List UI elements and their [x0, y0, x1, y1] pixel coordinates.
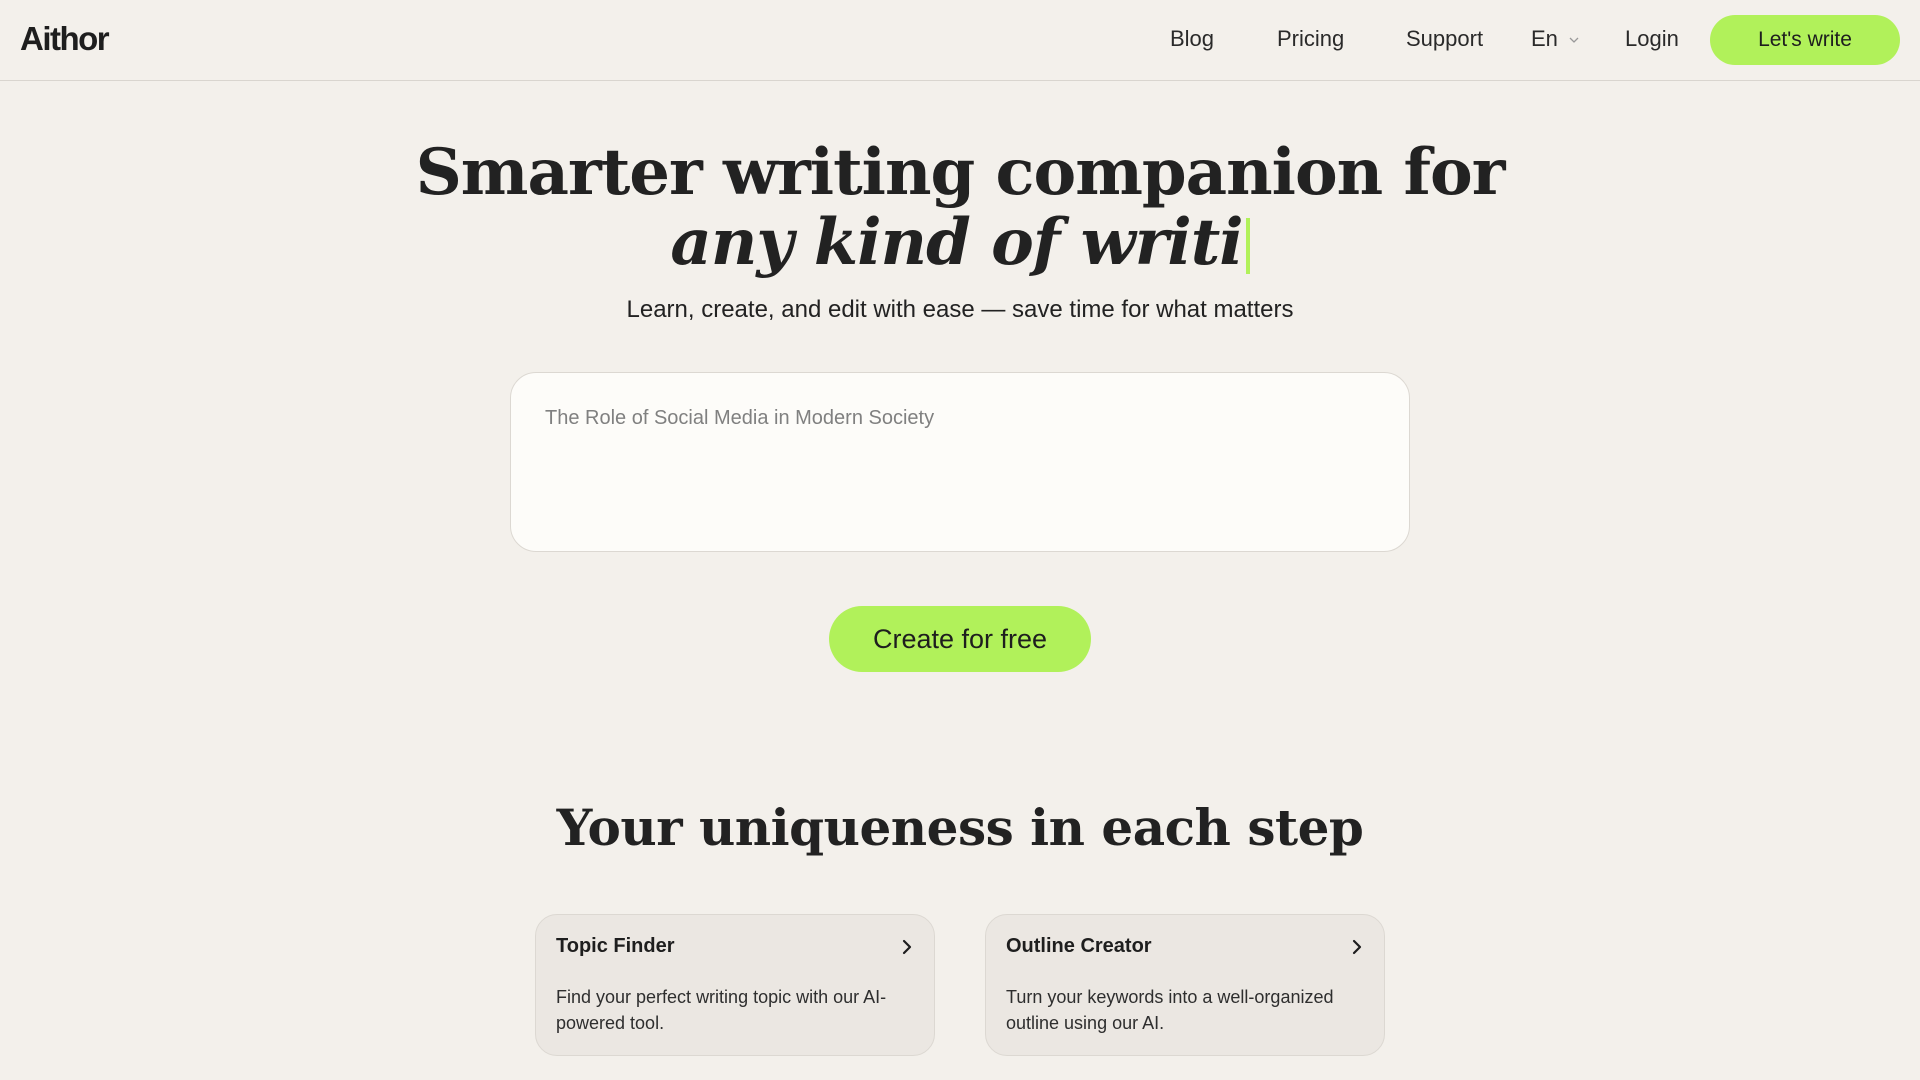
hero-title-line2: any kind of writi [0, 208, 1920, 278]
nav-support-link[interactable]: Support [1406, 26, 1483, 52]
hero-title-line1: Smarter writing companion for [415, 135, 1506, 210]
aithor-logo[interactable]: Aithor [20, 20, 110, 58]
card-title: Topic Finder [556, 935, 675, 957]
card-description: Turn your keywords into a well-organized… [1006, 987, 1334, 1033]
typing-caret [1245, 218, 1250, 274]
chevron-down-icon [1568, 26, 1580, 52]
section-title: Your uniqueness in each step [556, 798, 1364, 857]
chevron-right-icon [900, 938, 914, 956]
topic-input-box[interactable] [510, 372, 1410, 552]
language-label: En [1531, 26, 1558, 51]
login-link[interactable]: Login [1625, 26, 1679, 52]
card-title: Outline Creator [1006, 935, 1152, 957]
site-header: Aithor Blog Pricing Support En Login Let… [0, 0, 1920, 81]
create-for-free-button[interactable]: Create for free [829, 606, 1091, 672]
language-selector[interactable]: En [1531, 26, 1580, 52]
topic-input[interactable] [545, 407, 1375, 517]
card-outline-creator[interactable]: Outline Creator Turn your keywords into … [985, 914, 1385, 1056]
hero-title-typed-text: any kind of writi [670, 205, 1243, 280]
hero-title: Smarter writing companion for any kind o… [0, 138, 1920, 278]
nav-blog-link[interactable]: Blog [1170, 26, 1214, 52]
chevron-right-icon [1350, 938, 1364, 956]
card-topic-finder[interactable]: Topic Finder Find your perfect writing t… [535, 914, 935, 1056]
hero-subtitle: Learn, create, and edit with ease — save… [626, 296, 1294, 323]
nav-pricing-link[interactable]: Pricing [1277, 26, 1344, 52]
card-header: Outline Creator [1006, 935, 1364, 958]
card-description: Find your perfect writing topic with our… [556, 987, 887, 1033]
card-header: Topic Finder [556, 935, 914, 958]
lets-write-button[interactable]: Let's write [1710, 15, 1900, 65]
